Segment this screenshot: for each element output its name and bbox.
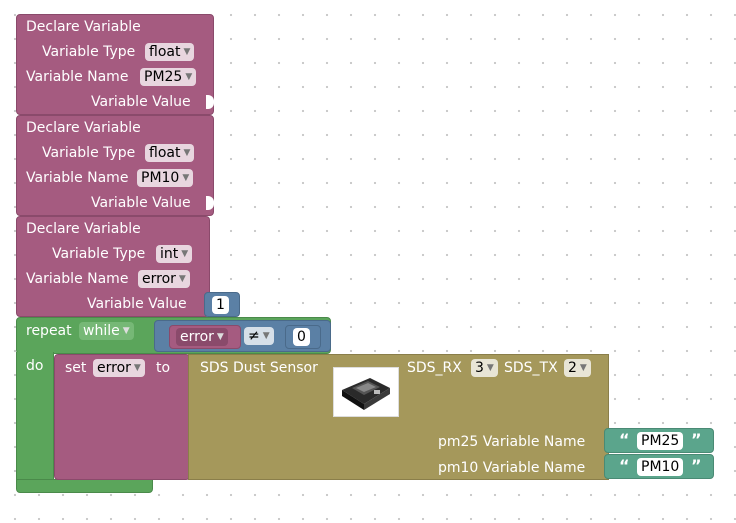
- variable-value-label: Variable Value: [87, 296, 187, 312]
- sensor-title: SDS Dust Sensor: [200, 360, 318, 376]
- variable-type-value: float: [149, 145, 181, 161]
- variable-name-value: PM10: [141, 170, 180, 186]
- quote-open-icon: “: [619, 430, 630, 449]
- variable-type-label: Variable Type: [42, 44, 136, 60]
- operator-dropdown[interactable]: ≠ ▼: [244, 327, 274, 345]
- variable-name-value: PM25: [144, 69, 183, 85]
- sds-sensor-image: [333, 367, 399, 417]
- sds-rx-dropdown[interactable]: 3 ▼: [471, 359, 498, 377]
- variable-value-label: Variable Value: [91, 94, 191, 110]
- block-title: Declare Variable: [26, 19, 141, 35]
- number-block[interactable]: 0: [285, 325, 321, 349]
- sds-dust-sensor-block[interactable]: SDS Dust Sensor SDS_RX 3 ▼ SDS_TX 2 ▼ pm…: [188, 354, 609, 480]
- quote-close-icon: ”: [691, 456, 702, 475]
- text-block-pm10[interactable]: “ PM10 ”: [604, 454, 714, 479]
- block-title: Declare Variable: [26, 221, 141, 237]
- sds-tx-dropdown[interactable]: 2 ▼: [564, 359, 591, 377]
- repeat-mode-value: while: [83, 323, 120, 339]
- variable-type-dropdown[interactable]: int ▼: [156, 245, 193, 263]
- sds-tx-label: SDS_TX: [504, 360, 558, 376]
- sds-rx-value: 3: [475, 360, 484, 376]
- quote-close-icon: ”: [691, 430, 702, 449]
- variable-value-label: Variable Value: [91, 195, 191, 211]
- set-variable-block[interactable]: set error ▼ to: [54, 354, 190, 480]
- variable-name-dropdown[interactable]: error ▼: [138, 270, 190, 288]
- condition-variable-value: error: [180, 329, 214, 345]
- variable-getter-block[interactable]: error ▼: [169, 325, 241, 349]
- variable-type-label: Variable Type: [52, 246, 146, 262]
- variable-type-label: Variable Type: [42, 145, 136, 161]
- chevron-down-icon: ▼: [262, 331, 270, 341]
- do-label: do: [26, 358, 44, 374]
- chevron-down-icon: ▼: [216, 332, 224, 342]
- set-variable-value: error: [97, 360, 131, 376]
- pm10-variable-name-label: pm10 Variable Name: [438, 460, 586, 476]
- repeat-mode-dropdown[interactable]: while ▼: [79, 322, 134, 340]
- chevron-down-icon: ▼: [181, 249, 189, 259]
- variable-type-value: int: [160, 246, 179, 262]
- chevron-down-icon: ▼: [133, 363, 141, 373]
- chevron-down-icon: ▼: [486, 363, 494, 373]
- number-field[interactable]: 0: [293, 328, 310, 346]
- chevron-down-icon: ▼: [183, 47, 191, 57]
- variable-getter-dropdown[interactable]: error ▼: [176, 328, 228, 346]
- variable-type-value: float: [149, 44, 181, 60]
- variable-name-label: Variable Name: [26, 69, 129, 85]
- number-block[interactable]: 1: [204, 292, 240, 317]
- declare-variable-block-pm25[interactable]: Declare Variable Variable Type float ▼ V…: [16, 14, 214, 115]
- block-title: Declare Variable: [26, 120, 141, 136]
- chevron-down-icon: ▼: [185, 72, 193, 82]
- to-label: to: [156, 360, 171, 376]
- declare-variable-block-error[interactable]: Declare Variable Variable Type int ▼ Var…: [16, 216, 210, 317]
- chevron-down-icon: ▼: [183, 148, 191, 158]
- chevron-down-icon: ▼: [579, 363, 587, 373]
- set-label: set: [65, 360, 87, 376]
- chevron-down-icon: ▼: [182, 173, 190, 183]
- variable-name-label: Variable Name: [26, 170, 129, 186]
- pm25-variable-name-label: pm25 Variable Name: [438, 434, 586, 450]
- quote-open-icon: “: [619, 456, 630, 475]
- value-input-socket[interactable]: [206, 196, 214, 210]
- number-field[interactable]: 1: [212, 296, 229, 314]
- text-field[interactable]: PM25: [637, 432, 684, 450]
- compare-block[interactable]: error ▼ ≠ ▼ 0: [154, 320, 331, 352]
- variable-name-dropdown[interactable]: PM10 ▼: [137, 169, 194, 187]
- repeat-label: repeat: [26, 323, 72, 339]
- variable-type-dropdown[interactable]: float ▼: [145, 43, 195, 61]
- variable-name-label: Variable Name: [26, 271, 129, 287]
- chevron-down-icon: ▼: [122, 326, 130, 336]
- chevron-down-icon: ▼: [178, 274, 186, 284]
- variable-name-dropdown[interactable]: PM25 ▼: [140, 68, 197, 86]
- text-block-pm25[interactable]: “ PM25 ”: [604, 428, 714, 453]
- variable-name-value: error: [142, 271, 176, 287]
- declare-variable-block-pm10[interactable]: Declare Variable Variable Type float ▼ V…: [16, 115, 214, 216]
- repeat-block-footer: [16, 479, 153, 493]
- text-field[interactable]: PM10: [637, 458, 684, 476]
- dust-sensor-icon: [342, 378, 390, 410]
- value-input-socket[interactable]: [206, 95, 214, 109]
- operator-value: ≠: [248, 328, 260, 344]
- sds-rx-label: SDS_RX: [407, 360, 462, 376]
- sds-tx-value: 2: [568, 360, 577, 376]
- set-variable-dropdown[interactable]: error ▼: [93, 359, 145, 377]
- variable-type-dropdown[interactable]: float ▼: [145, 144, 195, 162]
